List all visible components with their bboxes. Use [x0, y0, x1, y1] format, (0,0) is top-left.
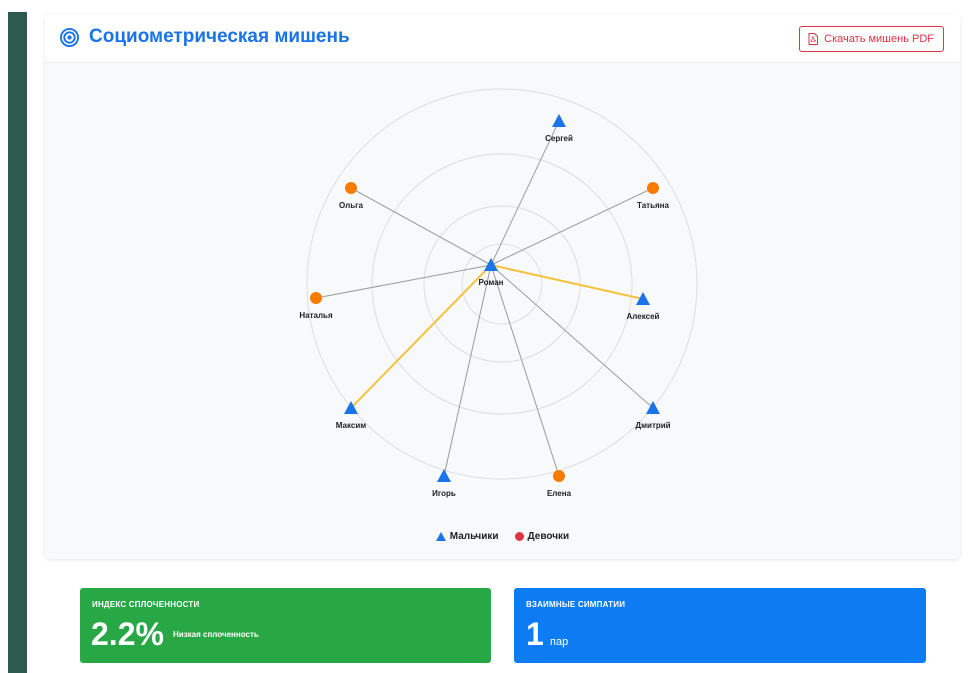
edge-olga: [350, 187, 492, 266]
bullseye-icon: [60, 28, 79, 47]
target-area: Роман Сергей Татьяна Алексей Дмитрий Елена Иго…: [45, 63, 960, 559]
node-label-tatyana: Татьяна: [637, 201, 669, 210]
pdf-file-icon: [808, 33, 819, 45]
cohesion-index-card: ИНДЕКС СПЛОЧЕННОСТИ 2.2% Низкая сплоченн…: [80, 588, 491, 663]
node-label-natalya: Наталья: [299, 311, 333, 320]
node-label-dmitry: Дмитрий: [635, 421, 670, 430]
cohesion-label: ИНДЕКС СПЛОЧЕННОСТИ: [92, 600, 200, 609]
mutual-edge-aleksey: [490, 264, 644, 300]
node-marker-sergey: [552, 114, 566, 127]
legend: Мальчики Девочки: [45, 531, 960, 542]
circle-icon: [514, 532, 524, 541]
node-label-igor: Игорь: [432, 489, 456, 498]
node-marker-roman: [484, 258, 498, 271]
node-label-elena: Елена: [547, 489, 572, 498]
node-label-aleksey: Алексей: [627, 312, 660, 321]
legend-girls: Девочки: [514, 531, 570, 542]
legend-boys: Мальчики: [435, 531, 499, 542]
edge-elena: [490, 264, 560, 477]
node-marker-tatyana: [647, 182, 659, 194]
download-pdf-label: Скачать мишень PDF: [824, 33, 934, 45]
legend-girls-label: Девочки: [527, 531, 570, 542]
mutual-label: ВЗАИМНЫЕ СИМПАТИИ: [526, 600, 626, 609]
sidebar-strip: [8, 12, 27, 673]
target-card: Социометрическая мишень Скачать мишень P…: [45, 14, 960, 559]
cohesion-note: Низкая сплоченность: [173, 630, 259, 639]
card-header: Социометрическая мишень Скачать мишень P…: [45, 14, 960, 63]
node-marker-dmitry: [646, 401, 660, 414]
node-label-sergey: Сергей: [545, 134, 573, 143]
node-label-maksim: Максим: [336, 421, 366, 430]
node-marker-elena: [553, 470, 565, 482]
legend-boys-label: Мальчики: [449, 531, 499, 542]
mutual-sympathy-card: ВЗАИМНЫЕ СИМПАТИИ 1 пар: [514, 588, 926, 663]
node-marker-natalya: [310, 292, 322, 304]
download-pdf-button[interactable]: Скачать мишень PDF: [799, 26, 944, 52]
sociometric-target: Роман Сергей Татьяна Алексей Дмитрий Елена Иго…: [299, 88, 698, 498]
node-label-roman: Роман: [478, 278, 503, 287]
edge-igor: [443, 264, 492, 477]
mutual-value: 1: [526, 616, 544, 652]
node-marker-igor: [437, 469, 451, 482]
cohesion-value: 2.2%: [91, 616, 164, 652]
node-label-olga: Ольга: [339, 201, 363, 210]
edge-dmitry: [490, 264, 654, 409]
mutual-unit: пар: [550, 636, 569, 648]
node-marker-olga: [345, 182, 357, 194]
triangle-icon: [435, 532, 446, 541]
page-title: Социометрическая мишень: [89, 26, 350, 47]
